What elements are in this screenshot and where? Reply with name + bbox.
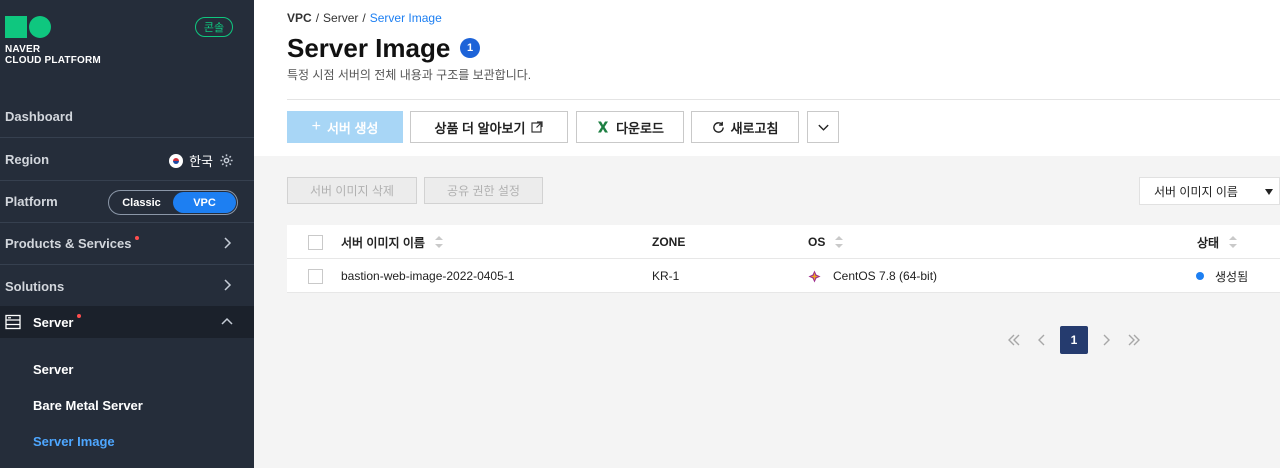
refresh-icon bbox=[712, 121, 724, 133]
pagination: 1 bbox=[1000, 326, 1148, 354]
plus-icon: + bbox=[311, 118, 321, 135]
sub-item-bare-metal-server[interactable]: Bare Metal Server bbox=[33, 398, 143, 413]
sort-icon[interactable] bbox=[1229, 236, 1238, 248]
next-page-icon[interactable] bbox=[1092, 326, 1120, 354]
logo-line2: CLOUD PLATFORM bbox=[5, 55, 101, 66]
platform-vpc-option[interactable]: VPC bbox=[173, 192, 236, 213]
column-os-label: OS bbox=[808, 235, 826, 249]
logo-line1: NAVER bbox=[5, 44, 41, 55]
nav-region: Region 한국 bbox=[0, 139, 254, 181]
nav-platform: Platform Classic VPC bbox=[0, 181, 254, 223]
chevron-up-icon bbox=[221, 317, 233, 325]
logo-mark bbox=[5, 16, 101, 38]
sidebar: NAVER CLOUD PLATFORM 콘솔 Dashboard Region… bbox=[0, 0, 254, 468]
download-button[interactable]: 다운로드 bbox=[576, 111, 684, 143]
new-dot bbox=[77, 314, 82, 318]
breadcrumb-server-image: Server Image bbox=[369, 11, 442, 25]
breadcrumb: VPC / Server / Server Image bbox=[287, 11, 442, 25]
platform-toggle[interactable]: Classic VPC bbox=[108, 190, 238, 215]
external-link-icon bbox=[531, 121, 544, 133]
nav-solutions-label: Solutions bbox=[5, 278, 65, 294]
column-status-header[interactable]: 상태 bbox=[1197, 225, 1238, 259]
column-name-header[interactable]: 서버 이미지 이름 bbox=[341, 225, 443, 259]
sort-icon[interactable] bbox=[835, 236, 844, 248]
sub-item-server-image[interactable]: Server Image bbox=[33, 434, 115, 449]
download-label: 다운로드 bbox=[616, 120, 664, 136]
nav-region-label: Region bbox=[5, 152, 50, 167]
row-status-cell: 생성됨 bbox=[1196, 259, 1248, 293]
main-content: VPC / Server / Server Image Server Image… bbox=[254, 0, 1280, 468]
row-name: bastion-web-image-2022-0405-1 bbox=[341, 269, 515, 283]
chevron-down-icon bbox=[817, 124, 829, 131]
status-dot-icon bbox=[1196, 272, 1204, 280]
new-dot bbox=[135, 235, 140, 240]
platform-classic-option[interactable]: Classic bbox=[110, 192, 173, 213]
sort-select[interactable]: 서버 이미지 이름 bbox=[1139, 177, 1280, 205]
column-zone-label: ZONE bbox=[652, 235, 686, 249]
chevron-right-icon bbox=[224, 237, 232, 249]
first-page-icon[interactable] bbox=[1000, 326, 1028, 354]
row-checkbox[interactable] bbox=[308, 269, 323, 284]
nav-server-label: Server bbox=[33, 314, 74, 330]
naver-cloud-logo[interactable]: NAVER CLOUD PLATFORM bbox=[5, 16, 101, 66]
last-page-icon[interactable] bbox=[1120, 326, 1148, 354]
table-header: 서버 이미지 이름 ZONE OS 상태 bbox=[287, 225, 1280, 259]
table-row[interactable]: bastion-web-image-2022-0405-1 KR-1 CentO… bbox=[287, 259, 1280, 293]
nav-solutions[interactable]: Solutions bbox=[0, 265, 254, 307]
create-server-button[interactable]: + 서버 생성 bbox=[287, 111, 403, 143]
centos-icon bbox=[808, 269, 821, 283]
breadcrumb-server[interactable]: Server bbox=[323, 11, 358, 25]
breadcrumb-vpc[interactable]: VPC bbox=[287, 11, 312, 25]
row-zone: KR-1 bbox=[652, 269, 680, 283]
korea-flag-icon bbox=[169, 153, 184, 168]
page-subtitle: 특정 시점 서버의 전체 내용과 구조를 보관합니다. bbox=[287, 68, 532, 82]
chevron-right-icon bbox=[224, 279, 232, 291]
sort-select-value: 서버 이미지 이름 bbox=[1154, 184, 1238, 199]
row-os-cell: CentOS 7.8 (64-bit) bbox=[808, 259, 937, 293]
nav-products-label: Products & Services bbox=[5, 236, 132, 251]
region-value: 한국 bbox=[189, 154, 213, 169]
divider bbox=[287, 99, 1280, 100]
row-os: CentOS 7.8 (64-bit) bbox=[833, 269, 938, 283]
share-permission-button[interactable]: 공유 권한 설정 bbox=[424, 177, 543, 204]
nav-platform-label: Platform bbox=[5, 194, 58, 209]
learn-more-button[interactable]: 상품 더 알아보기 bbox=[410, 111, 568, 143]
column-status-label: 상태 bbox=[1197, 235, 1220, 250]
row-status: 생성됨 bbox=[1215, 269, 1249, 284]
refresh-button[interactable]: 새로고침 bbox=[691, 111, 799, 143]
server-icon bbox=[5, 314, 21, 330]
nav-dashboard-label: Dashboard bbox=[5, 109, 73, 124]
sort-icon[interactable] bbox=[434, 236, 443, 248]
page-number-current[interactable]: 1 bbox=[1060, 326, 1088, 354]
nav-dashboard[interactable]: Dashboard bbox=[0, 96, 254, 138]
refresh-label: 새로고침 bbox=[730, 120, 779, 136]
more-dropdown-button[interactable] bbox=[807, 111, 839, 143]
prev-page-icon[interactable] bbox=[1028, 326, 1056, 354]
region-selector[interactable]: 한국 bbox=[169, 151, 234, 170]
learn-more-label: 상품 더 알아보기 bbox=[434, 120, 526, 136]
select-all-checkbox[interactable] bbox=[308, 235, 323, 250]
page-header: VPC / Server / Server Image Server Image… bbox=[254, 0, 1280, 156]
page-title: Server Image bbox=[287, 33, 451, 63]
create-server-label: 서버 생성 bbox=[326, 120, 379, 136]
delete-image-button[interactable]: 서버 이미지 삭제 bbox=[287, 177, 417, 204]
column-os-header[interactable]: OS bbox=[808, 225, 844, 259]
count-badge: 1 bbox=[460, 38, 480, 58]
server-image-table: 서버 이미지 이름 ZONE OS 상태 bastion-web-image-2… bbox=[287, 225, 1280, 293]
gear-icon[interactable] bbox=[219, 153, 234, 168]
breadcrumb-sep: / bbox=[315, 11, 320, 25]
console-button[interactable]: 콘솔 bbox=[195, 17, 233, 37]
nav-server[interactable]: Server bbox=[0, 306, 254, 338]
nav-products-services[interactable]: Products & Services bbox=[0, 223, 254, 265]
caret-down-icon bbox=[1265, 189, 1273, 195]
sub-item-server[interactable]: Server bbox=[33, 362, 73, 377]
column-zone-header: ZONE bbox=[652, 225, 685, 259]
excel-icon bbox=[598, 121, 609, 133]
column-name-label: 서버 이미지 이름 bbox=[341, 235, 425, 250]
breadcrumb-sep: / bbox=[362, 11, 366, 25]
